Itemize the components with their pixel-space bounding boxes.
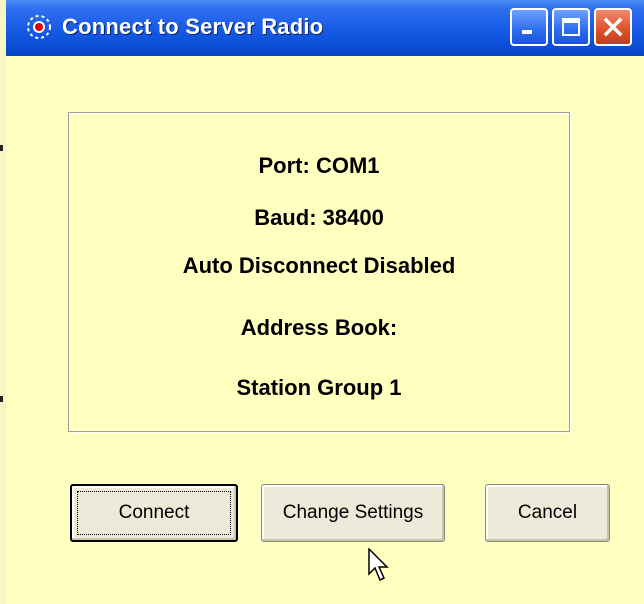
edge-mark [0,396,3,402]
cancel-button-label: Cancel [517,502,578,523]
connection-info-panel: Port: COM1 Baud: 38400 Auto Disconnect D… [68,112,570,432]
connect-button-label: Connect [118,502,190,523]
address-book-label: Address Book: [240,315,398,340]
close-button[interactable] [594,8,632,46]
minimize-icon [522,30,532,34]
connect-button[interactable]: Connect [70,484,238,542]
change-settings-button-label: Change Settings [282,502,424,523]
address-book-value: Station Group 1 [236,375,402,400]
title-bar[interactable]: Connect to Server Radio [6,0,644,56]
port-label: Port: COM1 [258,153,380,178]
change-settings-button[interactable]: Change Settings [261,484,445,542]
close-icon [603,17,623,37]
maximize-button[interactable] [552,8,590,46]
minimize-button[interactable] [510,8,548,46]
mouse-cursor-icon [368,548,389,582]
cancel-button[interactable]: Cancel [485,484,610,542]
edge-mark [0,145,3,151]
maximize-icon [562,18,580,36]
dialog-body: Port: COM1 Baud: 38400 Auto Disconnect D… [6,56,644,604]
window-title: Connect to Server Radio [62,14,324,39]
radio-signal-icon [27,15,51,39]
baud-label: Baud: 38400 [254,205,384,230]
auto-disconnect-label: Auto Disconnect Disabled [182,253,456,278]
